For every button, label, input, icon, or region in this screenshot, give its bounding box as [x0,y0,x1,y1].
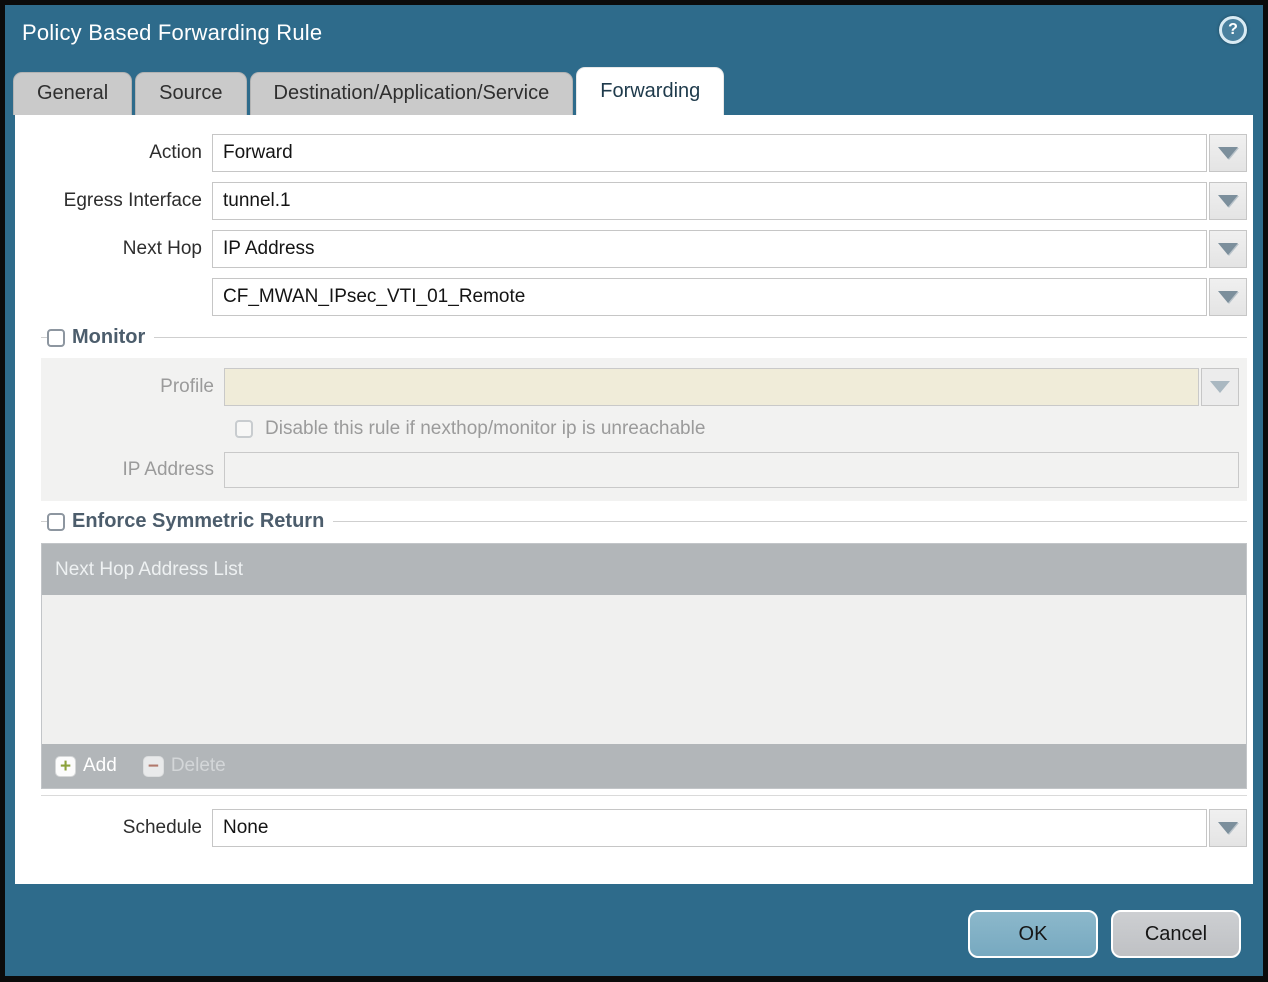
minus-icon: − [142,755,164,777]
next-hop-address-dropdown-trigger[interactable] [1209,278,1247,316]
next-hop-address-row: CF_MWAN_IPsec_VTI_01_Remote [41,278,1247,316]
schedule-row: Schedule None [41,809,1247,847]
action-row: Action Forward [41,134,1247,172]
tab-forwarding[interactable]: Forwarding [576,67,725,115]
dialog-footer: OK Cancel [5,884,1263,958]
profile-label: Profile [160,376,214,397]
symmetric-return-fieldset-bottom [41,789,1247,796]
action-select[interactable]: Forward [212,134,1207,172]
disable-rule-checkbox [235,420,253,438]
delete-button-label: Delete [170,755,226,776]
action-label: Action [149,142,202,163]
monitor-legend-label: Monitor [72,326,146,348]
ok-button[interactable]: OK [968,910,1098,958]
enforce-symmetric-return-checkbox[interactable] [47,512,65,531]
schedule-label: Schedule [122,817,202,838]
next-hop-row: Next Hop IP Address [41,230,1247,268]
add-button[interactable]: + Add [55,755,117,777]
profile-dropdown-trigger [1201,368,1239,406]
chevron-down-icon [1218,291,1238,303]
dialog-title: Policy Based Forwarding Rule [22,20,323,45]
monitor-ip-input [224,452,1239,488]
plus-icon: + [55,755,76,777]
add-button-label: Add [83,755,117,776]
egress-interface-label: Egress Interface [63,190,202,211]
monitor-ip-label: IP Address [122,459,214,480]
symmetric-return-legend: Enforce Symmetric Return [41,510,1247,533]
egress-interface-select[interactable]: tunnel.1 [212,182,1207,220]
egress-interface-row: Egress Interface tunnel.1 [41,182,1247,220]
dialog-titlebar: Policy Based Forwarding Rule ? [5,5,1263,65]
help-button[interactable]: ? [1219,16,1247,44]
monitor-checkbox[interactable] [47,328,65,347]
profile-select [224,368,1199,406]
chevron-down-icon [1218,195,1238,207]
egress-interface-dropdown-trigger[interactable] [1209,182,1247,220]
next-hop-address-select[interactable]: CF_MWAN_IPsec_VTI_01_Remote [212,278,1207,316]
monitor-panel: Profile Disable this rule if nexthop/mon… [41,358,1247,501]
next-hop-label: Next Hop [122,238,202,259]
chevron-down-icon [1218,147,1238,159]
chevron-down-icon [1210,381,1230,393]
monitor-legend: Monitor [41,326,1247,349]
delete-button: − Delete [142,755,226,777]
tab-destination-application-service[interactable]: Destination/Application/Service [249,72,574,115]
monitor-ip-row: IP Address [41,452,1243,488]
chevron-down-icon [1218,822,1238,834]
monitor-profile-row: Profile [41,368,1243,406]
action-dropdown-trigger[interactable] [1209,134,1247,172]
question-mark-icon: ? [1228,21,1238,38]
next-hop-dropdown-trigger[interactable] [1209,230,1247,268]
table-body-empty[interactable] [42,595,1246,744]
pbf-rule-dialog: Policy Based Forwarding Rule ? General S… [5,5,1263,976]
tab-bar: General Source Destination/Application/S… [5,65,1263,115]
disable-rule-row: Disable this rule if nexthop/monitor ip … [235,418,1243,440]
schedule-select[interactable]: None [212,809,1207,847]
table-column-header[interactable]: Next Hop Address List [42,544,1246,595]
chevron-down-icon [1218,243,1238,255]
schedule-dropdown-trigger[interactable] [1209,809,1247,847]
cancel-button[interactable]: Cancel [1111,910,1241,958]
disable-rule-label: Disable this rule if nexthop/monitor ip … [265,418,706,439]
next-hop-type-select[interactable]: IP Address [212,230,1207,268]
next-hop-address-table: Next Hop Address List + Add − Delete [41,543,1247,789]
table-toolbar: + Add − Delete [42,744,1246,788]
tab-source[interactable]: Source [135,72,247,115]
tab-general[interactable]: General [13,72,133,115]
forwarding-tab-panel: Action Forward Egress Interface tunnel.1… [15,115,1253,884]
symmetric-return-legend-label: Enforce Symmetric Return [72,510,325,532]
